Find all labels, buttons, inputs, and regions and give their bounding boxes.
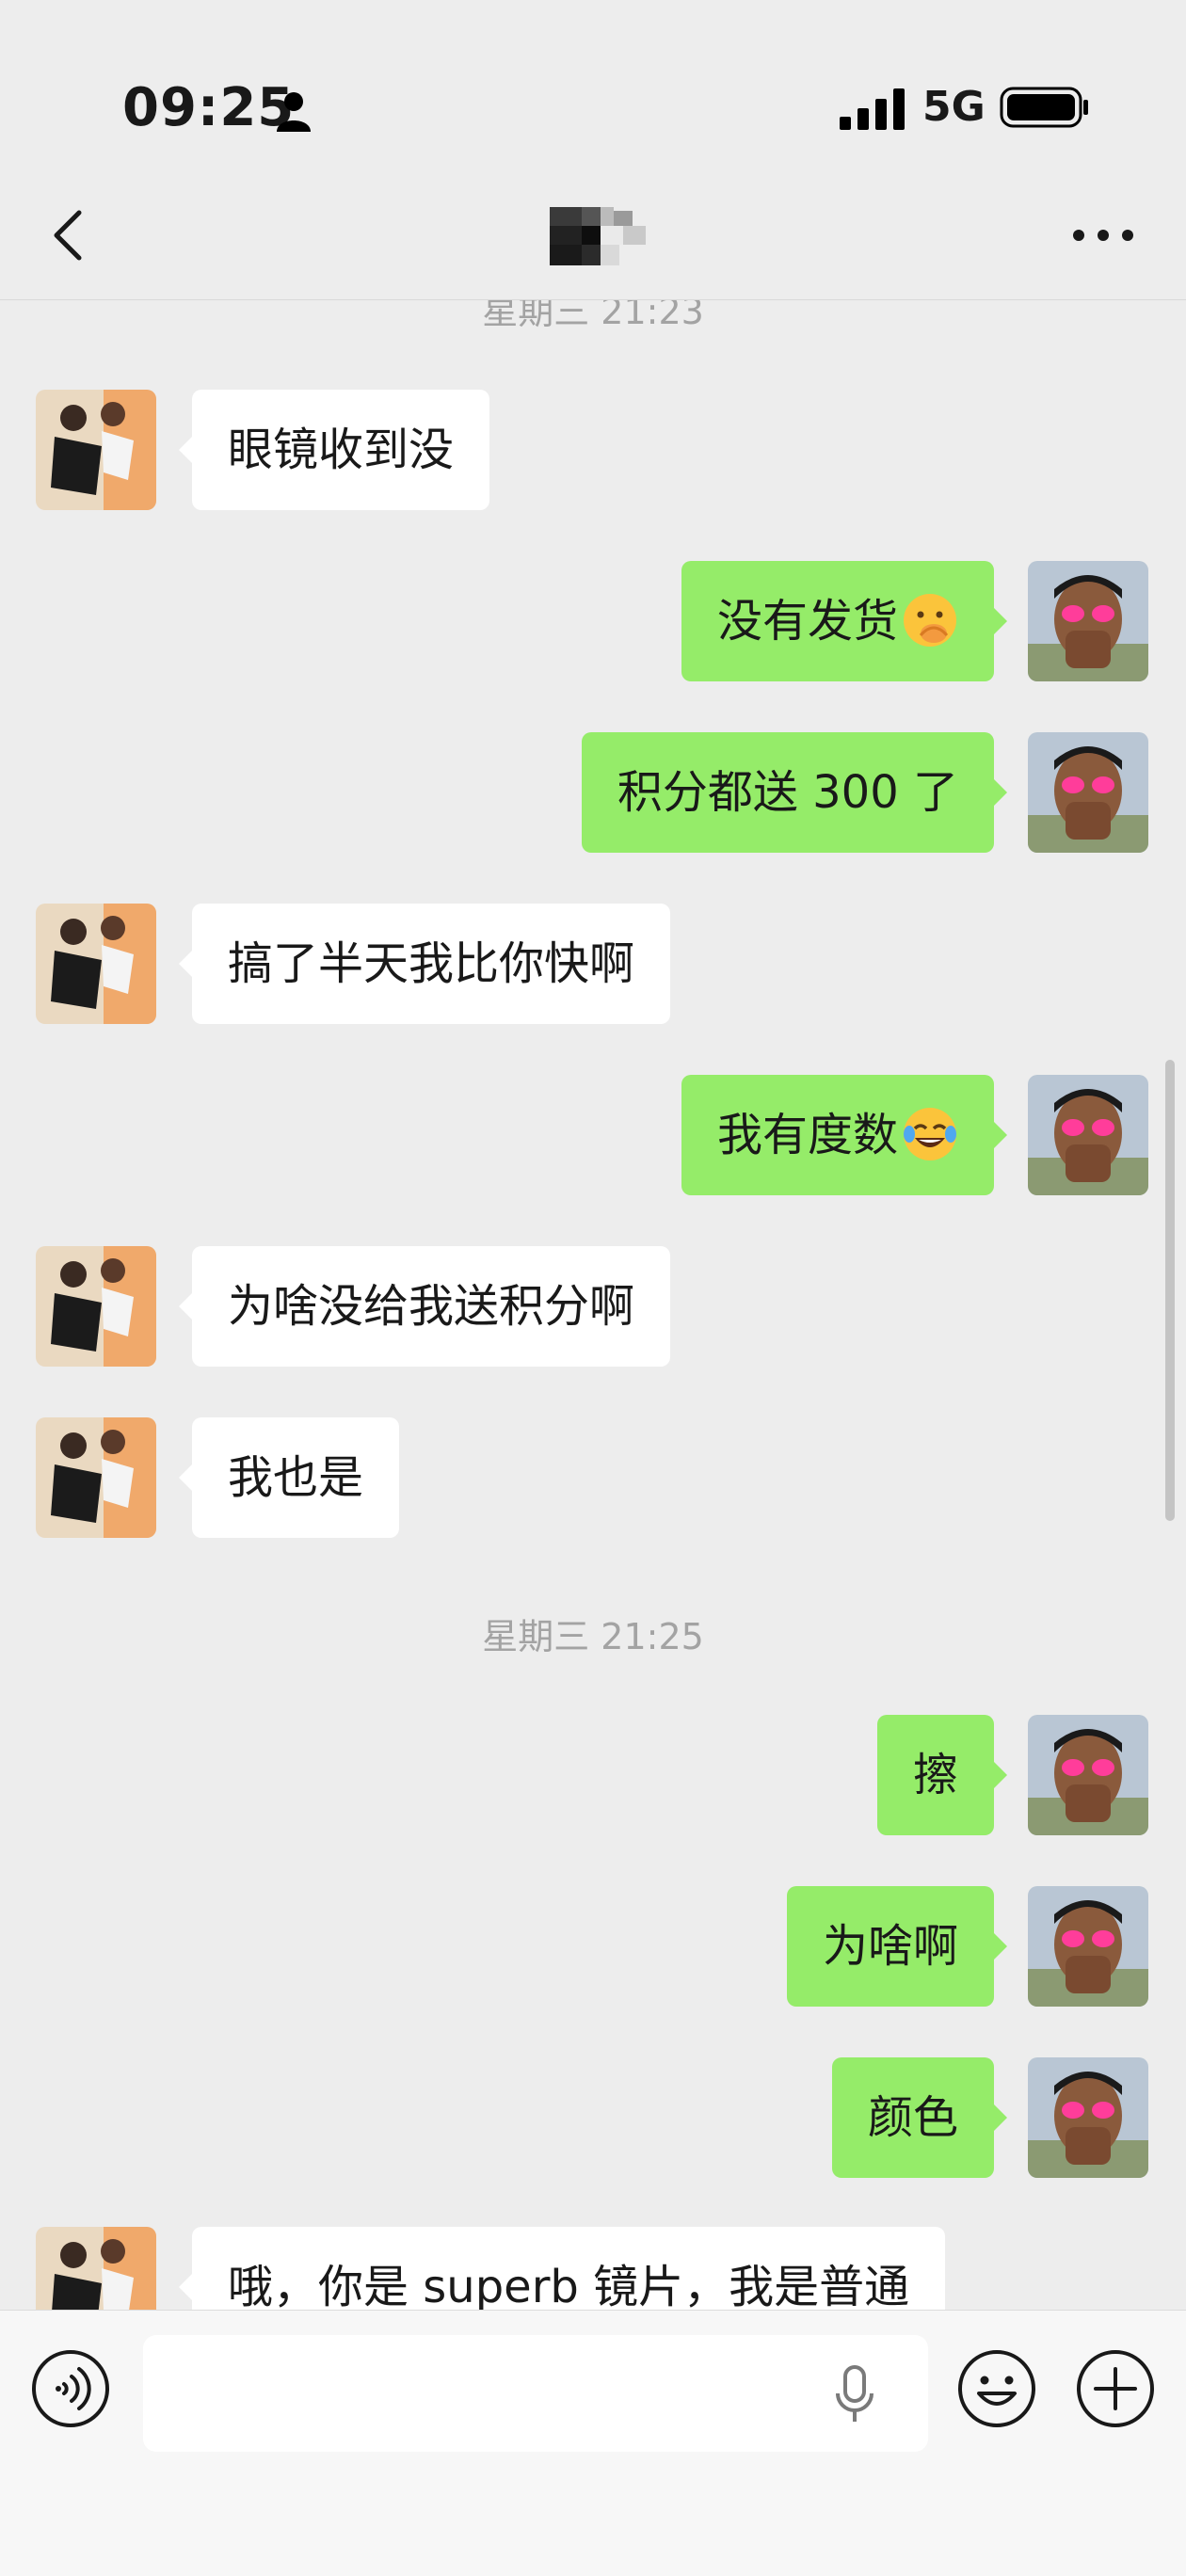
- message-bubble[interactable]: 我有度数: [681, 1075, 1008, 1195]
- contact-avatar[interactable]: [36, 904, 156, 1024]
- message-bubble[interactable]: 颜色: [831, 2057, 1008, 2178]
- my-avatar[interactable]: [1028, 1886, 1148, 2007]
- cellular-signal-icon: [840, 88, 905, 130]
- contact-avatar[interactable]: [36, 1417, 156, 1538]
- my-avatar[interactable]: [1028, 1075, 1148, 1195]
- my-avatar[interactable]: [1028, 561, 1148, 681]
- message-timestamp: 星期三 21:23: [482, 299, 704, 332]
- message-bubble[interactable]: 为啥没给我送积分啊: [178, 1246, 671, 1367]
- message-text: 我有度数: [716, 1109, 898, 1161]
- back-button[interactable]: [41, 207, 98, 264]
- status-bar: 09:25 5G: [0, 0, 1186, 169]
- message-text: 没有发货: [716, 595, 898, 648]
- face-with-hand-over-mouth-emoji: [904, 594, 956, 647]
- message-bubble[interactable]: 积分都送 300 了: [581, 732, 1008, 853]
- chat-title-avatar: [550, 207, 646, 265]
- person-icon: [277, 92, 311, 132]
- network-type: 5G: [922, 83, 986, 131]
- face-with-tears-of-joy-emoji: [904, 1108, 956, 1160]
- message-input[interactable]: [143, 2335, 928, 2452]
- message-timestamp: 星期三 21:25: [482, 1616, 704, 1657]
- status-time: 09:25: [122, 77, 296, 138]
- message-bubble[interactable]: 搞了半天我比你快啊: [178, 904, 671, 1024]
- chat-message-list[interactable]: 星期三 21:23 眼镜收到没 没有发货 积分都送 300 了 搞了半天我比你快…: [0, 299, 1186, 2310]
- battery-icon: [1000, 87, 1088, 128]
- message-bubble[interactable]: 哦，你是 superb 镜片，我是普通: [178, 2227, 946, 2310]
- chat-header: [0, 169, 1186, 300]
- contact-avatar[interactable]: [36, 1246, 156, 1367]
- scrollbar[interactable]: [1165, 1060, 1175, 1521]
- message-bubble[interactable]: 为啥啊: [786, 1886, 1008, 2007]
- emoji-button[interactable]: [956, 2348, 1037, 2429]
- message-bubble[interactable]: 擦: [876, 1715, 1008, 1835]
- my-avatar[interactable]: [1028, 732, 1148, 853]
- my-avatar[interactable]: [1028, 2057, 1148, 2178]
- my-avatar[interactable]: [1028, 1715, 1148, 1835]
- more-functions-plus-button[interactable]: [1075, 2348, 1156, 2429]
- voice-input-button[interactable]: [30, 2348, 111, 2429]
- contact-avatar[interactable]: [36, 390, 156, 510]
- more-options-button[interactable]: [1069, 218, 1137, 252]
- contact-avatar[interactable]: [36, 2227, 156, 2310]
- message-bubble[interactable]: 我也是: [178, 1417, 400, 1538]
- message-bubble[interactable]: 没有发货: [681, 561, 1008, 681]
- message-bubble[interactable]: 眼镜收到没: [178, 390, 490, 510]
- microphone-icon[interactable]: [836, 2365, 873, 2424]
- chat-input-bar: [0, 2310, 1186, 2576]
